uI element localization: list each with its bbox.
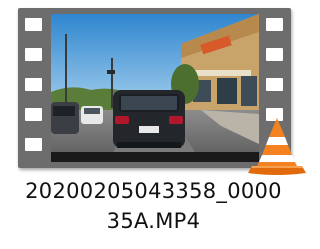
sprocket-hole bbox=[25, 138, 42, 151]
film-sprocket-left bbox=[21, 8, 47, 168]
video-file-item[interactable]: 20200205043358_0000 35A.MP4 bbox=[0, 0, 307, 249]
sprocket-hole bbox=[25, 108, 42, 121]
sprocket-hole bbox=[266, 48, 283, 61]
file-name-label[interactable]: 20200205043358_0000 35A.MP4 bbox=[0, 176, 307, 236]
vlc-cone-icon bbox=[248, 118, 306, 175]
sprocket-hole bbox=[25, 78, 42, 91]
sprocket-hole bbox=[25, 48, 42, 61]
sprocket-hole bbox=[266, 78, 283, 91]
video-thumbnail[interactable] bbox=[18, 8, 306, 175]
sprocket-hole bbox=[25, 18, 42, 31]
sprocket-hole bbox=[266, 18, 283, 31]
file-name-line-2: 35A.MP4 bbox=[106, 209, 201, 233]
video-frame-preview bbox=[51, 14, 259, 162]
file-name-line-1: 20200205043358_0000 bbox=[25, 179, 282, 203]
